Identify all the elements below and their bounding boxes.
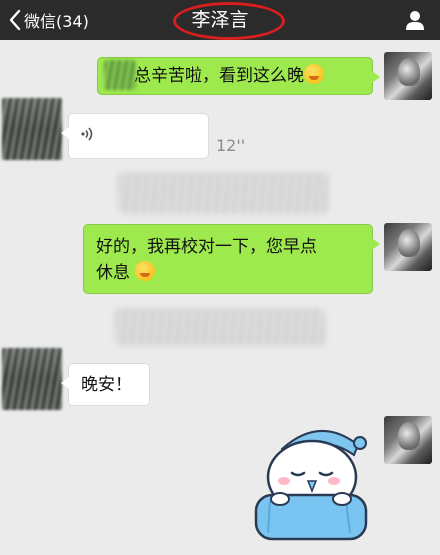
message-text-line-2: 休息 xyxy=(96,263,130,283)
voice-duration: 12'' xyxy=(216,136,246,155)
my-avatar[interactable] xyxy=(384,416,432,464)
contact-avatar-blurred[interactable] xyxy=(2,348,62,410)
tired-face-emoji-icon xyxy=(304,64,324,84)
received-message-bubble[interactable]: 晚安！ xyxy=(61,363,150,406)
snowman-sticker-image[interactable] xyxy=(250,415,370,543)
sent-message-bubble[interactable]: 总辛苦啦，看到这么晚 xyxy=(97,57,380,95)
profile-icon[interactable] xyxy=(404,9,426,31)
contact-avatar-blurred[interactable] xyxy=(2,98,62,160)
message-text: 晚安！ xyxy=(81,375,132,395)
my-avatar[interactable] xyxy=(384,52,432,100)
message-text-line-1: 好的，我再校对一下，您早点 xyxy=(96,237,317,257)
voice-wave-icon xyxy=(81,127,93,141)
redacted-timestamp-blur xyxy=(115,308,325,346)
message-text: 总辛苦啦，看到这么晚 xyxy=(134,66,304,86)
grinning-face-emoji-icon xyxy=(135,261,156,281)
redacted-text-blur xyxy=(104,60,136,90)
my-avatar[interactable] xyxy=(384,223,432,271)
sent-message-bubble[interactable]: 好的，我再校对一下，您早点 休息 xyxy=(83,224,380,294)
title-highlight-circle xyxy=(173,2,285,40)
redacted-timestamp-blur xyxy=(118,172,328,214)
nav-bar: 微信(34) 李泽言 xyxy=(0,0,440,40)
